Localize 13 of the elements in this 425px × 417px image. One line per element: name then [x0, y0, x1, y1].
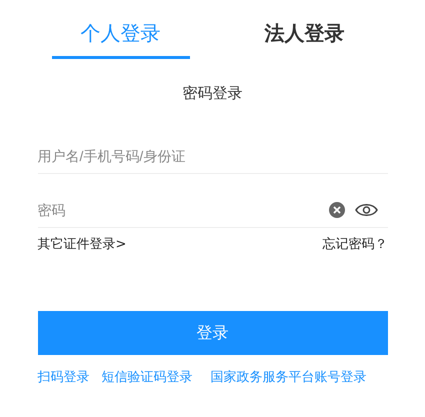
- alternative-login-link[interactable]: 短信验证码登录: [102, 368, 192, 386]
- other-id-login-link[interactable]: 其它证件登录>: [38, 235, 126, 253]
- login-button[interactable]: 登录: [38, 311, 388, 355]
- eye-icon[interactable]: [354, 202, 378, 218]
- username-field[interactable]: 用户名/手机号码/身份证: [38, 148, 388, 164]
- login-tab[interactable]: 法人登录: [212, 14, 396, 59]
- login-tab[interactable]: 个人登录: [28, 14, 212, 59]
- forgot-password-link[interactable]: 忘记密码？: [322, 235, 388, 253]
- clear-icon[interactable]: [328, 202, 344, 218]
- alternative-login-link[interactable]: 国家政务服务平台账号登录: [210, 368, 366, 386]
- alternative-login-link[interactable]: 扫码登录: [38, 368, 90, 386]
- section-title: 密码登录: [182, 84, 242, 103]
- password-field[interactable]: 密码: [38, 202, 318, 218]
